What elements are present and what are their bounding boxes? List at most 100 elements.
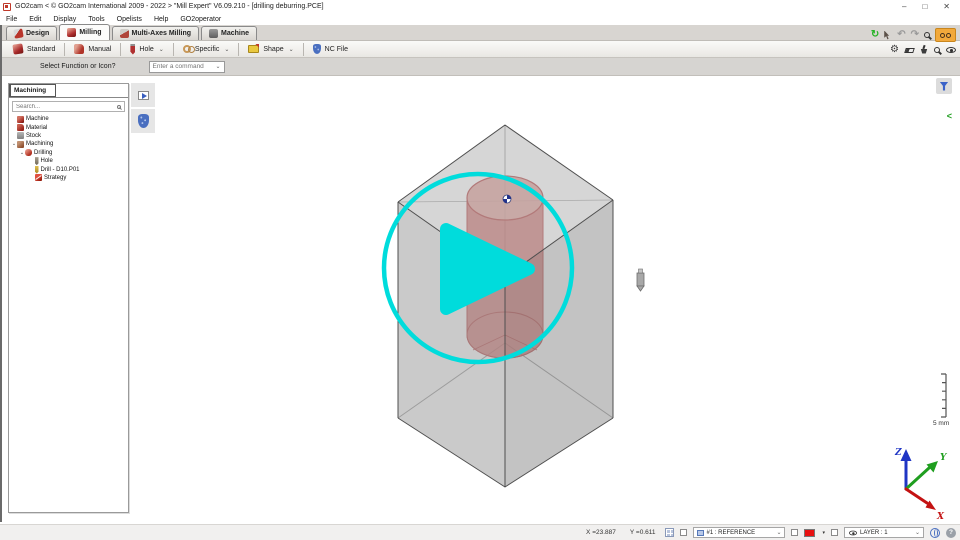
standard-label: Standard (27, 46, 55, 53)
origin-marker (503, 195, 511, 203)
minimize-button[interactable]: – (902, 2, 906, 11)
close-button[interactable]: ✕ (943, 2, 950, 11)
simulation-play-icon (138, 91, 149, 100)
chevron-down-icon[interactable]: ⌄ (915, 529, 920, 536)
specific-button[interactable]: Specific ⌄ (174, 42, 239, 57)
pencil-icon (13, 28, 23, 38)
hole-button[interactable]: Hole ⌄ (121, 42, 172, 57)
shape-button[interactable]: Shape ⌄ (239, 42, 302, 57)
scale-ruler: 5 mm (933, 374, 949, 427)
x-coordinate: X =23.887 (582, 529, 620, 536)
tree-search-box[interactable] (12, 101, 125, 112)
coordinate-system-icon[interactable] (930, 528, 940, 538)
window-controls: – □ ✕ (902, 2, 960, 11)
machining-panel-tab[interactable]: Machining (9, 84, 56, 97)
chevron-down-icon[interactable]: ⌄ (776, 529, 781, 536)
hole-drill-icon (130, 44, 135, 55)
simulation-button[interactable] (131, 83, 155, 107)
layer-select[interactable]: LAYER : 1 ⌄ (844, 527, 924, 538)
reference-select[interactable]: #1 : REFERENCE ⌄ (693, 527, 785, 538)
tree-item-drilling[interactable]: ⌄ Drilling (9, 149, 128, 157)
grid-checkbox[interactable] (680, 529, 687, 536)
redo-icon[interactable]: ↷ (911, 30, 919, 40)
nc-file-button[interactable]: NC File (304, 42, 357, 57)
undo-icon[interactable]: ↶ (897, 30, 905, 40)
help-icon[interactable]: ? (946, 528, 956, 538)
grid-icon[interactable] (665, 528, 674, 537)
machine-icon (209, 29, 218, 38)
hole-label: Hole (139, 46, 153, 53)
nc-program-button[interactable] (131, 109, 155, 133)
menu-go2operator[interactable]: GO2operator (174, 16, 227, 23)
standard-button[interactable]: Standard (4, 42, 64, 57)
tab-design[interactable]: Design (6, 26, 57, 40)
tab-design-label: Design (26, 30, 49, 37)
axes-triad: Z Y X (894, 448, 948, 522)
chevron-down-icon[interactable]: ⌄ (224, 46, 229, 53)
color-swatch[interactable] (804, 529, 815, 537)
tree-item-drill-tool[interactable]: Drill - D10.P01 (9, 165, 128, 173)
menu-help[interactable]: Help (148, 16, 174, 23)
tab-machine[interactable]: Machine (201, 26, 257, 40)
chevron-down-icon[interactable]: ⌄ (159, 46, 164, 53)
chevron-left-icon[interactable]: < (947, 112, 952, 121)
tree-item-machine[interactable]: Machine (9, 115, 128, 123)
machine-node-icon (17, 116, 24, 123)
ribbon-tabbar: Design Milling Multi-Axes Milling Machin… (0, 25, 960, 41)
color-dropdown-icon[interactable]: ▾ (822, 530, 825, 536)
zoom-icon[interactable] (924, 32, 930, 38)
selection-tool-icon[interactable] (884, 31, 892, 40)
tree-item-strategy[interactable]: Strategy (9, 174, 128, 182)
menu-edit[interactable]: Edit (23, 16, 47, 23)
layer-value: LAYER : 1 (860, 530, 888, 536)
material-node-icon (17, 124, 24, 131)
tab-multi-axes-label: Multi-Axes Milling (132, 30, 192, 37)
command-combobox[interactable]: ⌄ (149, 61, 225, 73)
search-input[interactable] (16, 104, 117, 110)
status-controls: X =23.887 Y =0.611 #1 : REFERENCE ⌄ ▾ LA… (582, 527, 960, 538)
tree-label: Material (26, 125, 47, 131)
tool-bin-icon[interactable] (920, 47, 928, 54)
tree-label: Stock (26, 133, 41, 139)
tab-multi-axes-milling[interactable]: Multi-Axes Milling (112, 26, 200, 40)
axis-z-label: Z (894, 448, 902, 458)
menu-tools[interactable]: Tools (82, 16, 110, 23)
viewport-3d[interactable]: 5 mm Z Y X (0, 76, 960, 524)
strategy-node-icon (35, 174, 42, 181)
drill-tool-node-icon (35, 166, 39, 174)
sidebar-collapse-control[interactable]: < (947, 112, 952, 121)
tree-label: Drilling (34, 150, 52, 156)
visibility-eye-icon[interactable] (946, 47, 956, 53)
tree-item-material[interactable]: Material (9, 123, 128, 131)
panel-side-buttons (131, 83, 155, 133)
refresh-icon[interactable]: ↻ (871, 30, 879, 40)
chevron-down-icon[interactable]: ⌄ (289, 46, 294, 53)
zoom-window-icon[interactable] (934, 47, 940, 53)
command-input[interactable] (153, 63, 213, 70)
reference-checkbox[interactable] (791, 529, 798, 536)
manual-button[interactable]: Manual (65, 42, 120, 57)
filter-button[interactable] (936, 78, 952, 94)
nc-file-label: NC File (325, 46, 348, 53)
menu-file[interactable]: File (0, 16, 23, 23)
glasses-icon (940, 33, 945, 38)
chevron-down-icon[interactable]: ⌄ (215, 63, 220, 70)
menu-opelists[interactable]: Opelists (111, 16, 148, 23)
menu-display[interactable]: Display (47, 16, 82, 23)
reference-value: #1 : REFERENCE (706, 530, 755, 536)
tree-item-hole[interactable]: Hole (9, 157, 128, 165)
tree-item-stock[interactable]: Stock (9, 132, 128, 140)
restore-button[interactable]: □ (922, 2, 927, 11)
eraser-icon[interactable] (904, 48, 915, 53)
milling-tool-icon (67, 28, 76, 37)
color-checkbox[interactable] (831, 529, 838, 536)
go2cam-window: GO2cam < © GO2cam International 2009 - 2… (0, 0, 960, 540)
tree-item-machining[interactable]: ⌄ Machining (9, 140, 128, 148)
filter-funnel-icon (940, 82, 949, 91)
specific-label: Specific (195, 46, 220, 53)
remove-toolpath-icon[interactable]: ⚙ (890, 45, 899, 55)
machining-node-icon (17, 141, 24, 148)
main-area: 5 mm Z Y X Machining (0, 76, 960, 524)
view-glasses-button[interactable] (935, 28, 956, 42)
tab-milling[interactable]: Milling (59, 24, 109, 40)
